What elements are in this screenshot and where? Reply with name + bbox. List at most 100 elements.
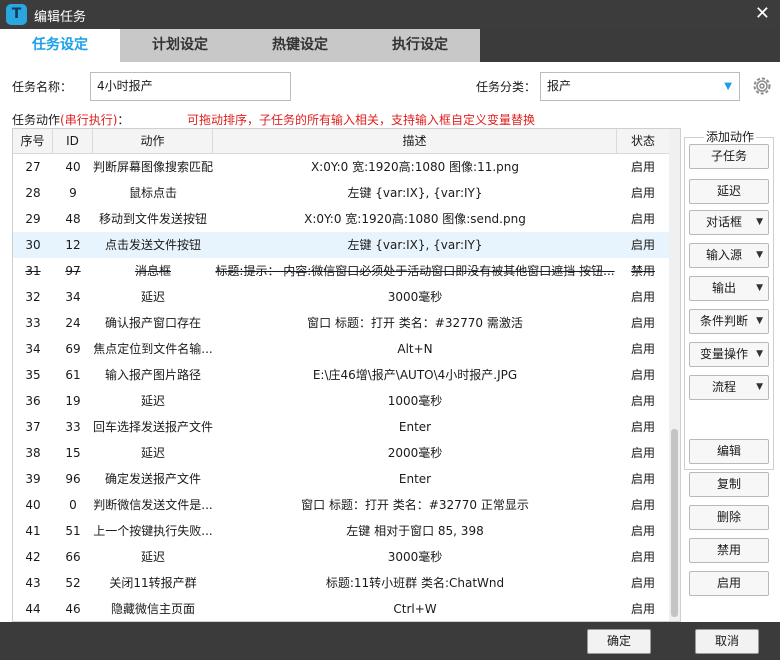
add-flow-button[interactable]: 流程 ▼ <box>689 375 769 400</box>
row-action: 鼠标点击 <box>128 186 177 200</box>
row-id: 69 <box>65 342 81 356</box>
task-name-input[interactable]: 4小时报产 <box>90 72 291 101</box>
app-logo-letter: T <box>11 6 22 22</box>
row-state: 启用 <box>630 290 655 304</box>
table-row[interactable]: 34 69 焦点定位到文件名输... Alt+N 启用 <box>13 336 669 362</box>
button-label: 输入源 <box>705 248 742 262</box>
chevron-down-icon: ▼ <box>756 217 763 227</box>
row-seq: 41 <box>25 524 41 538</box>
add-input-source-button[interactable]: 输入源 ▼ <box>689 243 769 268</box>
row-seq: 27 <box>25 160 41 174</box>
row-id: 51 <box>65 524 81 538</box>
table-row[interactable]: 27 40 判断屏幕图像搜索匹配 X:0Y:0 宽:1920高:1080 图像:11.… <box>13 154 669 180</box>
cancel-button[interactable]: 取消 <box>695 629 759 654</box>
row-id: 19 <box>65 394 81 408</box>
row-id: 24 <box>65 316 81 330</box>
tab-task-settings[interactable]: 任务设定 <box>0 29 120 62</box>
add-delay-button[interactable]: 延迟 <box>689 179 769 204</box>
tab-execution-settings[interactable]: 执行设定 <box>360 29 480 62</box>
table-row[interactable]: 29 48 移动到文件发送按钮 X:0Y:0 宽:1920高:1080 图像:send… <box>13 206 669 232</box>
row-action: 输入报产图片路径 <box>104 368 201 382</box>
table-row[interactable]: 44 46 隐藏微信主页面 Ctrl+W 启用 <box>13 596 669 621</box>
chevron-down-icon: ▼ <box>756 382 763 392</box>
table-body: 27 40 判断屏幕图像搜索匹配 X:0Y:0 宽:1920高:1080 图像:11.… <box>13 154 669 621</box>
close-icon[interactable]: ✕ <box>755 3 770 24</box>
table-row[interactable]: 42 66 延迟 3000毫秒 启用 <box>13 544 669 570</box>
add-condition-button[interactable]: 条件判断 ▼ <box>689 309 769 334</box>
add-output-button[interactable]: 输出 ▼ <box>689 276 769 301</box>
row-state: 启用 <box>630 524 655 538</box>
column-header-description[interactable]: 描述 <box>213 129 617 153</box>
row-state: 禁用 <box>630 264 655 278</box>
column-header-action[interactable]: 动作 <box>93 129 213 153</box>
row-seq: 31 <box>25 264 41 278</box>
row-id: 66 <box>65 550 81 564</box>
gear-icon[interactable] <box>752 76 772 96</box>
row-seq: 38 <box>25 446 41 460</box>
row-state: 启用 <box>630 160 655 174</box>
row-description: 1000毫秒 <box>387 394 443 408</box>
add-dialog-button[interactable]: 对话框 ▼ <box>689 210 769 235</box>
table-row[interactable]: 41 51 上一个按键执行失败... 左键 相对于窗口 85, 398 启用 <box>13 518 669 544</box>
add-variable-op-button[interactable]: 变量操作 ▼ <box>689 342 769 367</box>
row-action: 回车选择发送报产文件 <box>93 420 213 434</box>
tab-schedule-settings[interactable]: 计划设定 <box>120 29 240 62</box>
row-seq: 40 <box>25 498 41 512</box>
table-row[interactable]: 28 9 鼠标点击 左键 {var:IX}, {var:IY} 启用 <box>13 180 669 206</box>
enable-button[interactable]: 启用 <box>689 571 769 596</box>
table-row[interactable]: 40 0 判断微信发送文件是... 窗口 标题：打开 类名：#32770 正常显示 启用 <box>13 492 669 518</box>
button-label: 对话框 <box>705 215 742 229</box>
delete-button[interactable]: 删除 <box>689 505 769 530</box>
column-header-id[interactable]: ID <box>53 129 93 153</box>
row-seq: 43 <box>25 576 41 590</box>
table-row[interactable]: 35 61 输入报产图片路径 E:\庄46增\报产\AUTO\4小时报产.JPG 启用 <box>13 362 669 388</box>
disable-button[interactable]: 禁用 <box>689 538 769 563</box>
row-action: 确定发送报产文件 <box>104 472 201 486</box>
table-row[interactable]: 32 34 延迟 3000毫秒 启用 <box>13 284 669 310</box>
row-state: 启用 <box>630 186 655 200</box>
row-state: 启用 <box>630 602 655 616</box>
row-action: 延迟 <box>140 550 165 564</box>
table-row[interactable]: 31 97 消息框 标题:提示： 内容:微信窗口必须处于活动窗口即没有被其他窗口遮挡 … <box>13 258 669 284</box>
tab-hotkey-settings[interactable]: 热键设定 <box>240 29 360 62</box>
row-state: 启用 <box>630 498 655 512</box>
category-select[interactable]: 报产 ▼ <box>540 72 740 101</box>
row-action: 移动到文件发送按钮 <box>98 212 207 226</box>
table-row[interactable]: 38 15 延迟 2000毫秒 启用 <box>13 440 669 466</box>
row-description: Alt+N <box>397 342 433 356</box>
row-description: 窗口 标题：打开 类名：#32770 正常显示 <box>301 498 529 512</box>
button-label: 条件判断 <box>699 314 748 328</box>
button-label: 变量操作 <box>699 347 748 361</box>
table-row[interactable]: 30 12 点击发送文件按钮 左键 {var:IX}, {var:IY} 启用 <box>13 232 669 258</box>
ok-button[interactable]: 确定 <box>587 629 651 654</box>
row-id: 96 <box>65 472 81 486</box>
row-description: Enter <box>398 420 432 434</box>
button-label: 延迟 <box>716 184 741 198</box>
hint-text: 可拖动排序，子任务的所有输入相关，支持输入框自定义变量替换 <box>187 113 536 127</box>
add-subtask-button[interactable]: 子任务 <box>689 144 769 169</box>
vertical-scrollbar[interactable] <box>669 129 680 621</box>
row-description: X:0Y:0 宽:1920高:1080 图像:send.png <box>304 212 526 226</box>
table-row[interactable]: 39 96 确定发送报产文件 Enter 启用 <box>13 466 669 492</box>
category-select-value: 报产 <box>547 79 572 93</box>
row-id: 12 <box>65 238 81 252</box>
row-seq: 32 <box>25 290 41 304</box>
column-header-seq[interactable]: 序号 <box>13 129 53 153</box>
row-action: 点击发送文件按钮 <box>104 238 201 252</box>
chevron-down-icon: ▼ <box>756 283 763 293</box>
table-row[interactable]: 37 33 回车选择发送报产文件 Enter 启用 <box>13 414 669 440</box>
table-row[interactable]: 43 52 关闭11转报产群 标题:11转小班群 类名:ChatWnd 启用 <box>13 570 669 596</box>
actions-table[interactable]: 序号 ID 动作 描述 状态 27 40 判断屏幕图像搜索匹配 X:0Y:0 宽:19… <box>12 128 681 622</box>
edit-button[interactable]: 编辑 <box>689 439 769 464</box>
row-action: 消息框 <box>134 264 171 278</box>
table-row[interactable]: 33 24 确认报产窗口存在 窗口 标题：打开 类名：#32770 需激活 启用 <box>13 310 669 336</box>
table-row[interactable]: 36 19 延迟 1000毫秒 启用 <box>13 388 669 414</box>
add-action-group-title: 添加动作 <box>704 128 757 145</box>
row-description: 左键 {var:IX}, {var:IY} <box>347 238 483 252</box>
row-id: 0 <box>69 498 77 512</box>
row-action: 延迟 <box>140 446 165 460</box>
scrollbar-thumb[interactable] <box>671 429 678 617</box>
copy-button[interactable]: 复制 <box>689 472 769 497</box>
row-action: 关闭11转报产群 <box>109 576 197 590</box>
column-header-state[interactable]: 状态 <box>617 129 669 153</box>
